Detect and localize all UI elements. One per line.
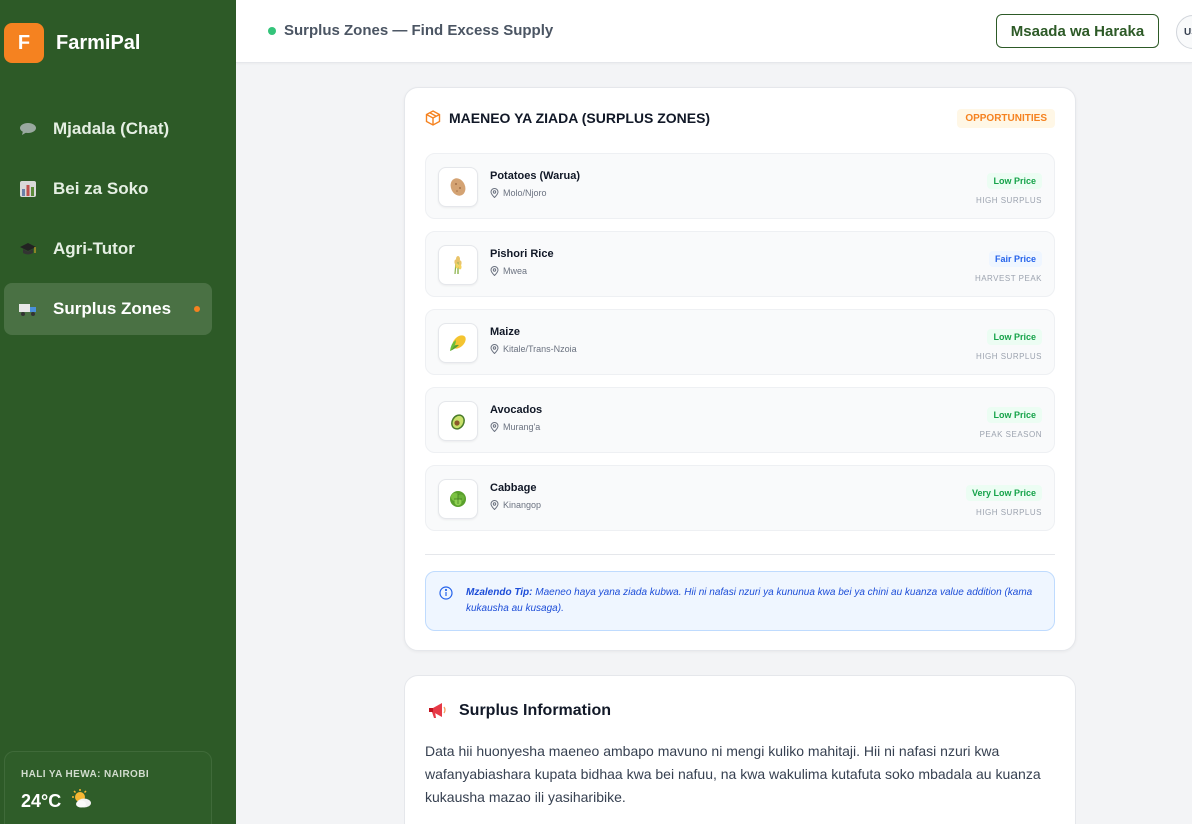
- info-title: Surplus Information: [427, 702, 611, 720]
- sidebar-item-label: Bei za Soko: [53, 179, 149, 198]
- map-pin-icon: [490, 422, 499, 432]
- tip-label: Mzalendo Tip:: [466, 587, 533, 598]
- crop-location: Kitale/Trans-Nzoia: [490, 344, 577, 354]
- info-title-text: Surplus Information: [459, 702, 611, 719]
- potato-icon: [438, 167, 478, 207]
- crop-location: Murang'a: [490, 422, 540, 432]
- weather-widget: HALI YA HEWA: NAIROBI 24°C: [4, 751, 212, 824]
- map-pin-icon: [490, 188, 499, 198]
- weather-temp: 24°C: [21, 789, 211, 814]
- supply-note: HIGH SURPLUS: [975, 196, 1042, 205]
- price-badge: Very Low Price: [965, 485, 1042, 501]
- sun-cloud-icon: [71, 789, 93, 814]
- page-status-text: Surplus Zones — Find Excess Supply: [284, 22, 554, 39]
- supply-note: HIGH SURPLUS: [975, 508, 1042, 517]
- maize-icon: [438, 323, 478, 363]
- crop-location-text: Kitale/Trans-Nzoia: [503, 344, 577, 354]
- surplus-row[interactable]: Cabbage Kinangop Very Low Price HIGH SUR…: [425, 465, 1055, 531]
- crop-location-text: Murang'a: [503, 422, 541, 432]
- page-status: Surplus Zones — Find Excess Supply: [268, 22, 553, 39]
- active-indicator-dot: [194, 306, 200, 312]
- cabbage-icon: [438, 479, 478, 519]
- megaphone-icon: [429, 703, 446, 718]
- sidebar-item-market-prices[interactable]: Bei za Soko: [4, 163, 212, 215]
- opportunities-badge: OPPORTUNITIES: [957, 109, 1055, 128]
- avocado-icon: [438, 401, 478, 441]
- surplus-information-card: Surplus Information Data hii huonyesha m…: [404, 675, 1076, 824]
- package-icon: [425, 110, 441, 126]
- sidebar-item-agri-tutor[interactable]: Agri-Tutor: [4, 223, 212, 275]
- crop-location: Molo/Njoro: [490, 188, 547, 198]
- brand[interactable]: F FarmiPal: [4, 23, 140, 63]
- card-title: MAENEO YA ZIADA (SURPLUS ZONES): [425, 110, 710, 126]
- surplus-row[interactable]: Avocados Murang'a Low Price PEAK SEASON: [425, 387, 1055, 453]
- sidebar-item-label: Agri-Tutor: [53, 239, 135, 258]
- weather-temp-value: 24°C: [21, 791, 62, 811]
- surplus-row[interactable]: Maize Kitale/Trans-Nzoia Low Price HIGH …: [425, 309, 1055, 375]
- crop-location: Kinangop: [490, 500, 541, 510]
- sidebar-item-surplus-zones[interactable]: Surplus Zones: [4, 283, 212, 335]
- sidebar-item-label: Mjadala (Chat): [53, 119, 170, 138]
- crop-name: Maize: [490, 326, 520, 338]
- price-badge: Low Price: [987, 173, 1042, 189]
- map-pin-icon: [490, 344, 499, 354]
- status-dot: [268, 26, 276, 35]
- chart-icon: [18, 179, 38, 199]
- sidebar: F FarmiPal Mjadala (Chat) Bei za Soko Ag…: [0, 0, 236, 824]
- brand-logo: F: [4, 23, 44, 63]
- top-header: Surplus Zones — Find Excess Supply Msaad…: [236, 0, 1192, 63]
- language-button[interactable]: US: [1176, 15, 1192, 49]
- chat-bubble-icon: [18, 119, 38, 139]
- truck-icon: [18, 299, 38, 319]
- tip-text: Maeneo haya yana ziada kubwa. Hii ni naf…: [466, 587, 1033, 614]
- divider: [425, 554, 1055, 555]
- supply-note: HARVEST PEAK: [974, 274, 1042, 283]
- crop-location-text: Molo/Njoro: [503, 188, 547, 198]
- crop-location: Mwea: [490, 266, 527, 276]
- tip-box: Mzalendo Tip: Maeneo haya yana ziada kub…: [425, 571, 1055, 631]
- supply-note: HIGH SURPLUS: [975, 352, 1042, 361]
- crop-location-text: Kinangop: [503, 500, 542, 510]
- surplus-row[interactable]: Potatoes (Warua) Molo/Njoro Low Price HI…: [425, 153, 1055, 219]
- price-badge: Low Price: [987, 329, 1042, 345]
- supply-note: PEAK SEASON: [979, 430, 1042, 439]
- map-pin-icon: [490, 500, 499, 510]
- card-title-text: MAENEO YA ZIADA (SURPLUS ZONES): [449, 110, 711, 126]
- info-icon: [439, 586, 453, 606]
- price-badge: Low Price: [987, 407, 1042, 423]
- graduation-cap-icon: [18, 239, 38, 259]
- crop-name: Cabbage: [490, 482, 537, 494]
- crop-name: Potatoes (Warua): [490, 170, 581, 182]
- urgent-help-button[interactable]: Msaada wa Haraka: [996, 14, 1159, 48]
- price-badge: Fair Price: [988, 251, 1042, 267]
- rice-icon: [438, 245, 478, 285]
- crop-name: Avocados: [490, 404, 543, 416]
- surplus-row[interactable]: Pishori Rice Mwea Fair Price HARVEST PEA…: [425, 231, 1055, 297]
- info-description: Data hii huonyesha maeneo ambapo mavuno …: [425, 743, 1041, 805]
- sidebar-item-label: Surplus Zones: [53, 299, 172, 318]
- map-pin-icon: [490, 266, 499, 276]
- crop-name: Pishori Rice: [490, 248, 554, 260]
- weather-label: HALI YA HEWA: NAIROBI: [21, 769, 150, 780]
- sidebar-item-chat[interactable]: Mjadala (Chat): [4, 103, 212, 155]
- crop-location-text: Mwea: [503, 266, 528, 276]
- brand-name: FarmiPal: [56, 31, 141, 54]
- surplus-zones-card: MAENEO YA ZIADA (SURPLUS ZONES) OPPORTUN…: [404, 87, 1076, 651]
